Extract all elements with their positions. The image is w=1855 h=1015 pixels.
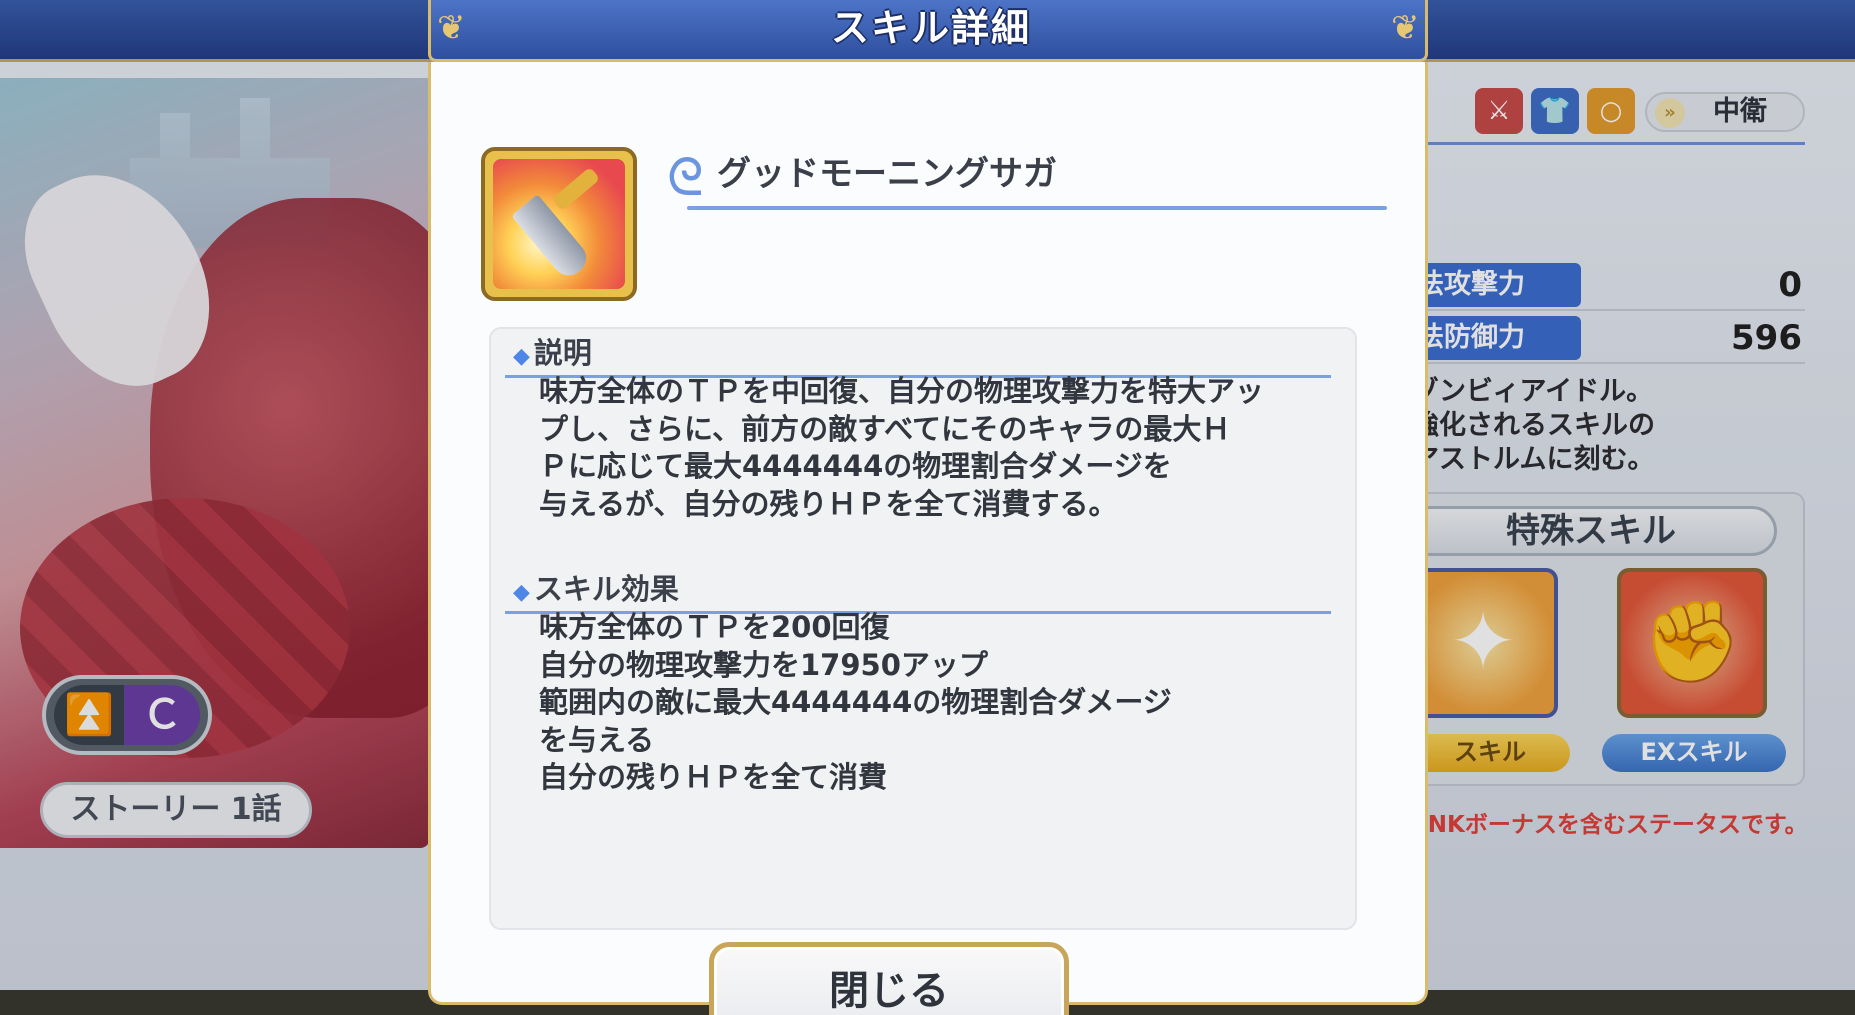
effect-line: 範囲内の敵に最大4444444の物理割合ダメージ — [539, 685, 1172, 719]
skill-detail-dialog: ❦ スキル詳細 ❦ ᘓ グッドモーニングサガ ◆ 説明 味方全体のＴＰを中回復、自… — [428, 0, 1428, 1015]
effect-line: 味方全体のＴＰを200回復 — [539, 610, 890, 644]
sword-blade — [511, 194, 593, 282]
effect-text: 味方全体のＴＰを200回復 自分の物理攻撃力を17950アップ 範囲内の敵に最大… — [539, 609, 1329, 797]
description-text: 味方全体のＴＰを中回復、自分の物理攻撃力を特大アッ プし、さらに、前方の敵すべて… — [539, 373, 1329, 523]
description-line: 味方全体のＴＰを中回復、自分の物理攻撃力を特大アッ — [539, 374, 1265, 408]
diamond-icon: ◆ — [513, 580, 530, 605]
description-line: 与えるが、自分の残りＨＰを全て消費する。 — [539, 486, 1118, 521]
section-heading-effect: ◆ スキル効果 — [513, 569, 679, 613]
effect-line: 自分の残りＨＰを全て消費 — [539, 760, 888, 794]
dialog-body: ᘓ グッドモーニングサガ ◆ 説明 味方全体のＴＰを中回復、自分の物理攻撃力を特大… — [428, 62, 1428, 1015]
section-heading-label: スキル効果 — [533, 572, 679, 606]
skill-name-underline — [687, 206, 1387, 210]
effect-line: 自分の物理攻撃力を17950アップ — [539, 647, 988, 682]
corner-ornament-icon: ❦ — [1391, 8, 1420, 48]
description-line: プし、さらに、前方の敵すべてにそのキャラの最大Ｈ — [539, 411, 1231, 446]
section-heading-label: 説明 — [533, 336, 592, 370]
skill-icon-art — [493, 159, 625, 289]
swirl-icon: ᘓ — [667, 148, 704, 208]
close-button[interactable]: 閉じる — [709, 942, 1069, 1015]
section-heading-description: ◆ 説明 — [513, 333, 592, 377]
skill-name: グッドモーニングサガ — [717, 154, 1057, 194]
effect-line: を与える — [539, 722, 655, 757]
dialog-title: スキル詳細 — [830, 6, 1031, 50]
dialog-header: ❦ スキル詳細 ❦ — [428, 0, 1428, 62]
diamond-icon: ◆ — [513, 344, 530, 369]
sword-slash-icon — [481, 147, 637, 301]
sword-guard — [551, 166, 601, 212]
description-panel[interactable]: ◆ 説明 味方全体のＴＰを中回復、自分の物理攻撃力を特大アッ プし、さらに、前方の… — [489, 327, 1357, 930]
description-line: Ｐに応じて最大4444444の物理割合ダメージを — [539, 449, 1172, 483]
